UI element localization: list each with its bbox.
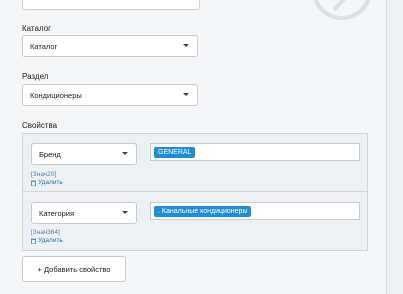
property-meta: [Знач364]	[31, 229, 60, 236]
section-select[interactable]: Кондиционеры	[22, 84, 198, 106]
delete-link-label: Удалить	[38, 179, 63, 186]
section-label: Раздел	[22, 72, 49, 81]
property-row: Категория . Канальные кондиционеры [Знач…	[23, 192, 367, 250]
properties-list: Бренд GENERAL [Знач20] Удалить Категория	[22, 133, 368, 251]
catalog-select-value: Каталог	[30, 41, 58, 51]
top-field[interactable]	[22, 0, 200, 10]
delete-link-label: Удалить	[38, 237, 63, 244]
trash-icon	[31, 180, 36, 186]
trash-icon	[31, 238, 36, 244]
add-property-button[interactable]: + Добавить свойство	[22, 256, 126, 282]
chevron-down-icon	[122, 152, 128, 155]
chevron-down-icon	[183, 93, 189, 96]
catalog-select[interactable]: Каталог	[22, 35, 198, 57]
property-name-value: Категория	[39, 208, 75, 218]
value-tag[interactable]: GENERAL	[154, 147, 196, 158]
properties-label: Свойства	[22, 121, 58, 130]
delete-link[interactable]: Удалить	[31, 179, 63, 186]
property-name-value: Бренд	[39, 149, 61, 159]
section-select-value: Кондиционеры	[30, 90, 82, 100]
property-name-select[interactable]: Бренд	[31, 143, 137, 165]
property-row: Бренд GENERAL [Знач20] Удалить	[23, 134, 367, 191]
property-name-select[interactable]: Категория	[31, 202, 137, 224]
compass-decoration-icon	[313, 0, 371, 20]
delete-link[interactable]: Удалить	[31, 237, 63, 244]
form-panel: Каталог Каталог Раздел Кондиционеры Свой…	[0, 0, 387, 294]
chevron-down-icon	[183, 44, 189, 47]
property-value-field[interactable]: . Канальные кондиционеры	[150, 202, 360, 220]
catalog-label: Каталог	[22, 24, 52, 33]
property-meta: [Знач20]	[31, 171, 57, 178]
value-tag[interactable]: . Канальные кондиционеры	[154, 206, 252, 217]
chevron-down-icon	[122, 211, 128, 214]
property-value-field[interactable]: GENERAL	[150, 143, 360, 161]
